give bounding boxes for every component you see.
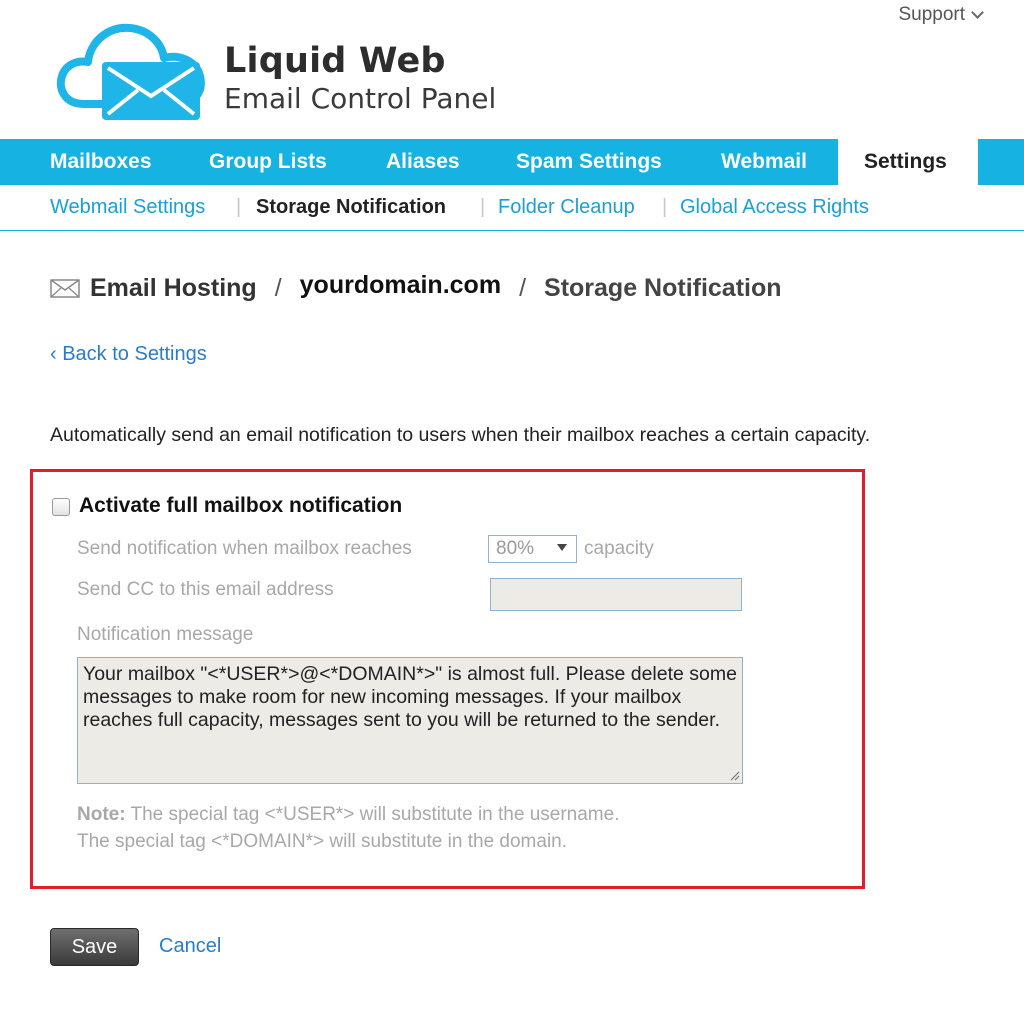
subnav-global-access-rights[interactable]: Global Access Rights [680,196,869,219]
envelope-icon [50,278,80,298]
note-text: Note: The special tag <*USER*> will subs… [77,801,619,855]
intro-text: Automatically send an email notification… [50,424,871,446]
cc-email-input[interactable] [490,578,742,611]
breadcrumb-separator: / [519,273,527,302]
breadcrumb-email-hosting[interactable]: Email Hosting [90,274,257,303]
support-menu[interactable]: Support [898,4,984,26]
cloud-envelope-logo [56,23,205,120]
threshold-label: Send notification when mailbox reaches [77,538,412,559]
subnav-folder-cleanup[interactable]: Folder Cleanup [498,196,635,219]
cancel-link[interactable]: Cancel [159,935,221,958]
notification-message-textarea[interactable]: Your mailbox "<*USER*>@<*DOMAIN*>" is al… [77,657,743,784]
dropdown-arrow-icon [557,544,567,551]
nav-group-lists[interactable]: Group Lists [209,139,327,185]
note-line2: The special tag <*DOMAIN*> will substitu… [77,831,568,852]
subnav-webmail-settings[interactable]: Webmail Settings [50,196,205,219]
subnav-storage-notification: Storage Notification [256,196,447,218]
back-to-settings-link[interactable]: ‹ Back to Settings [50,343,207,366]
threshold-value: 80% [496,538,535,559]
activate-notification-checkbox[interactable] [52,498,70,516]
brand-line1: Liquid Web [224,41,446,81]
page-title: Storage Notification [544,273,782,302]
support-label: Support [898,4,965,25]
brand-name: Liquid Web Email Control Panel [224,40,496,116]
nav-mailboxes[interactable]: Mailboxes [50,139,152,185]
subnav-separator: | [236,196,242,218]
save-button[interactable]: Save [50,928,139,966]
cc-label: Send CC to this email address [77,579,334,600]
activate-notification-label[interactable]: Activate full mailbox notification [79,494,402,518]
chevron-down-icon [971,5,984,19]
note-line1: The special tag <*USER*> will substitute… [130,804,620,825]
breadcrumb: Email Hosting / yourdomain.com / Storage… [50,270,782,306]
message-label: Notification message [77,624,254,645]
subnav-separator: | [480,196,486,218]
threshold-select[interactable]: 80% [488,535,577,563]
settings-subnav: Webmail Settings | Storage Notification … [0,186,1024,231]
nav-webmail[interactable]: Webmail [721,139,807,185]
breadcrumb-separator: / [274,273,282,302]
threshold-suffix: capacity [584,538,654,559]
nav-settings[interactable]: Settings [838,139,978,185]
breadcrumb-domain[interactable]: yourdomain.com [300,271,501,300]
subnav-separator: | [662,196,668,218]
brand-line2: Email Control Panel [224,82,497,115]
resize-grip-icon[interactable] [729,770,740,781]
note-prefix: Note: [77,804,126,825]
nav-aliases[interactable]: Aliases [386,139,460,185]
nav-spam-settings[interactable]: Spam Settings [516,139,662,185]
main-nav: Mailboxes Group Lists Aliases Spam Setti… [0,139,1024,185]
